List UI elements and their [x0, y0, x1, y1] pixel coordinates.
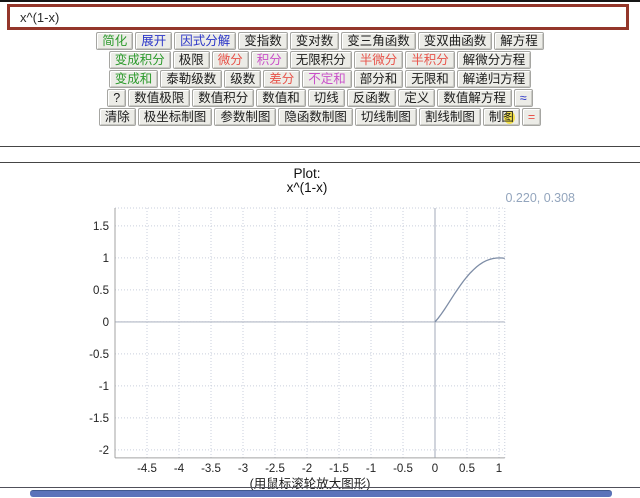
- toolbar-button[interactable]: 部分和: [354, 70, 404, 88]
- toolbar-button[interactable]: 变成积分: [109, 51, 171, 69]
- toolbar-button[interactable]: 不定和: [302, 70, 352, 88]
- toolbar-button[interactable]: 割线制图: [419, 108, 481, 126]
- toolbar-button[interactable]: 变三角函数: [341, 32, 416, 50]
- toolbar-button[interactable]: 解微分方程: [457, 51, 532, 69]
- svg-text:1.5: 1.5: [93, 221, 109, 233]
- toolbar-button[interactable]: 半微分: [354, 51, 404, 69]
- svg-text:1: 1: [103, 253, 109, 265]
- plot-expression: x^(1-x): [115, 180, 499, 195]
- toolbar-button[interactable]: 隐函数制图: [278, 108, 353, 126]
- toolbar-button[interactable]: 切线: [308, 89, 345, 107]
- toolbar-button[interactable]: 级数: [224, 70, 261, 88]
- cursor-coordinates: 0.220, 0.308: [505, 191, 575, 205]
- separator-line-top: [0, 146, 640, 147]
- plot-gridlines: [115, 208, 505, 458]
- toolbar-button[interactable]: =: [522, 108, 541, 126]
- toolbar-button[interactable]: 数值解方程: [437, 89, 512, 107]
- toolbar-button[interactable]: 变指数: [238, 32, 288, 50]
- top-border: [0, 0, 640, 2]
- svg-text:-0.5: -0.5: [89, 349, 109, 361]
- toolbar-button[interactable]: ≈: [514, 89, 533, 107]
- toolbar-button[interactable]: 变双曲函数: [418, 32, 493, 50]
- toolbar-button[interactable]: 因式分解: [174, 32, 236, 50]
- toolbar-button[interactable]: 制图: [483, 108, 520, 126]
- toolbar-button[interactable]: 清除: [99, 108, 136, 126]
- svg-text:0.5: 0.5: [93, 285, 109, 297]
- toolbar-button[interactable]: 定义: [398, 89, 435, 107]
- toolbar-button[interactable]: 解递归方程: [457, 70, 532, 88]
- toolbar-button[interactable]: 无限和: [405, 70, 455, 88]
- toolbar-row: ?数值极限数值积分数值和切线反函数定义数值解方程≈: [0, 89, 640, 108]
- svg-text:-1.5: -1.5: [89, 413, 109, 425]
- svg-text:-2: -2: [99, 445, 109, 457]
- svg-text:0: 0: [103, 317, 109, 329]
- plot-frame: [115, 208, 505, 458]
- toolbar-button[interactable]: 差分: [263, 70, 300, 88]
- svg-text:-1: -1: [99, 381, 109, 393]
- toolbar-button[interactable]: 极限: [173, 51, 210, 69]
- separator-line-bottom: [0, 162, 640, 163]
- toolbar-button[interactable]: 变成和: [109, 70, 159, 88]
- plot-canvas[interactable]: -4.5-4-3.5-3-2.5-2-1.5-1-0.500.511.510.5…: [75, 206, 535, 478]
- expression-input[interactable]: [7, 4, 629, 30]
- toolbar-button[interactable]: 无限积分: [290, 51, 352, 69]
- toolbar-row: 变成积分极限微分积分无限积分半微分半积分解微分方程: [0, 51, 640, 70]
- toolbar-button[interactable]: ?: [107, 89, 126, 107]
- toolbar-button[interactable]: 半积分: [405, 51, 455, 69]
- toolbar-button[interactable]: 数值积分: [192, 89, 254, 107]
- toolbar-button[interactable]: 展开: [135, 32, 172, 50]
- toolbar-button[interactable]: 反函数: [347, 89, 397, 107]
- toolbar-button[interactable]: 积分: [251, 51, 288, 69]
- toolbar-button[interactable]: 泰勒级数: [160, 70, 222, 88]
- plot-title: Plot:: [115, 166, 499, 181]
- toolbar: 简化展开因式分解变指数变对数变三角函数变双曲函数解方程变成积分极限微分积分无限积…: [0, 32, 640, 127]
- toolbar-button[interactable]: 数值极限: [128, 89, 190, 107]
- toolbar-button[interactable]: 数值和: [256, 89, 306, 107]
- bottom-scrollbar[interactable]: [30, 490, 612, 497]
- toolbar-button[interactable]: 解方程: [494, 32, 544, 50]
- toolbar-row: 变成和泰勒级数级数差分不定和部分和无限和解递归方程: [0, 70, 640, 89]
- toolbar-button[interactable]: 切线制图: [355, 108, 417, 126]
- toolbar-row: 简化展开因式分解变指数变对数变三角函数变双曲函数解方程: [0, 32, 640, 51]
- toolbar-button[interactable]: 极坐标制图: [138, 108, 213, 126]
- toolbar-button[interactable]: 微分: [212, 51, 249, 69]
- toolbar-button[interactable]: 简化: [96, 32, 133, 50]
- bottom-divider: [0, 487, 640, 488]
- toolbar-row: 清除极坐标制图参数制图隐函数制图切线制图割线制图制图=: [0, 108, 640, 127]
- plot-zero-axes: [115, 208, 505, 458]
- toolbar-button[interactable]: 参数制图: [214, 108, 276, 126]
- axis-tick-labels: -4.5-4-3.5-3-2.5-2-1.5-1-0.500.511.510.5…: [89, 221, 502, 475]
- toolbar-button[interactable]: 变对数: [290, 32, 340, 50]
